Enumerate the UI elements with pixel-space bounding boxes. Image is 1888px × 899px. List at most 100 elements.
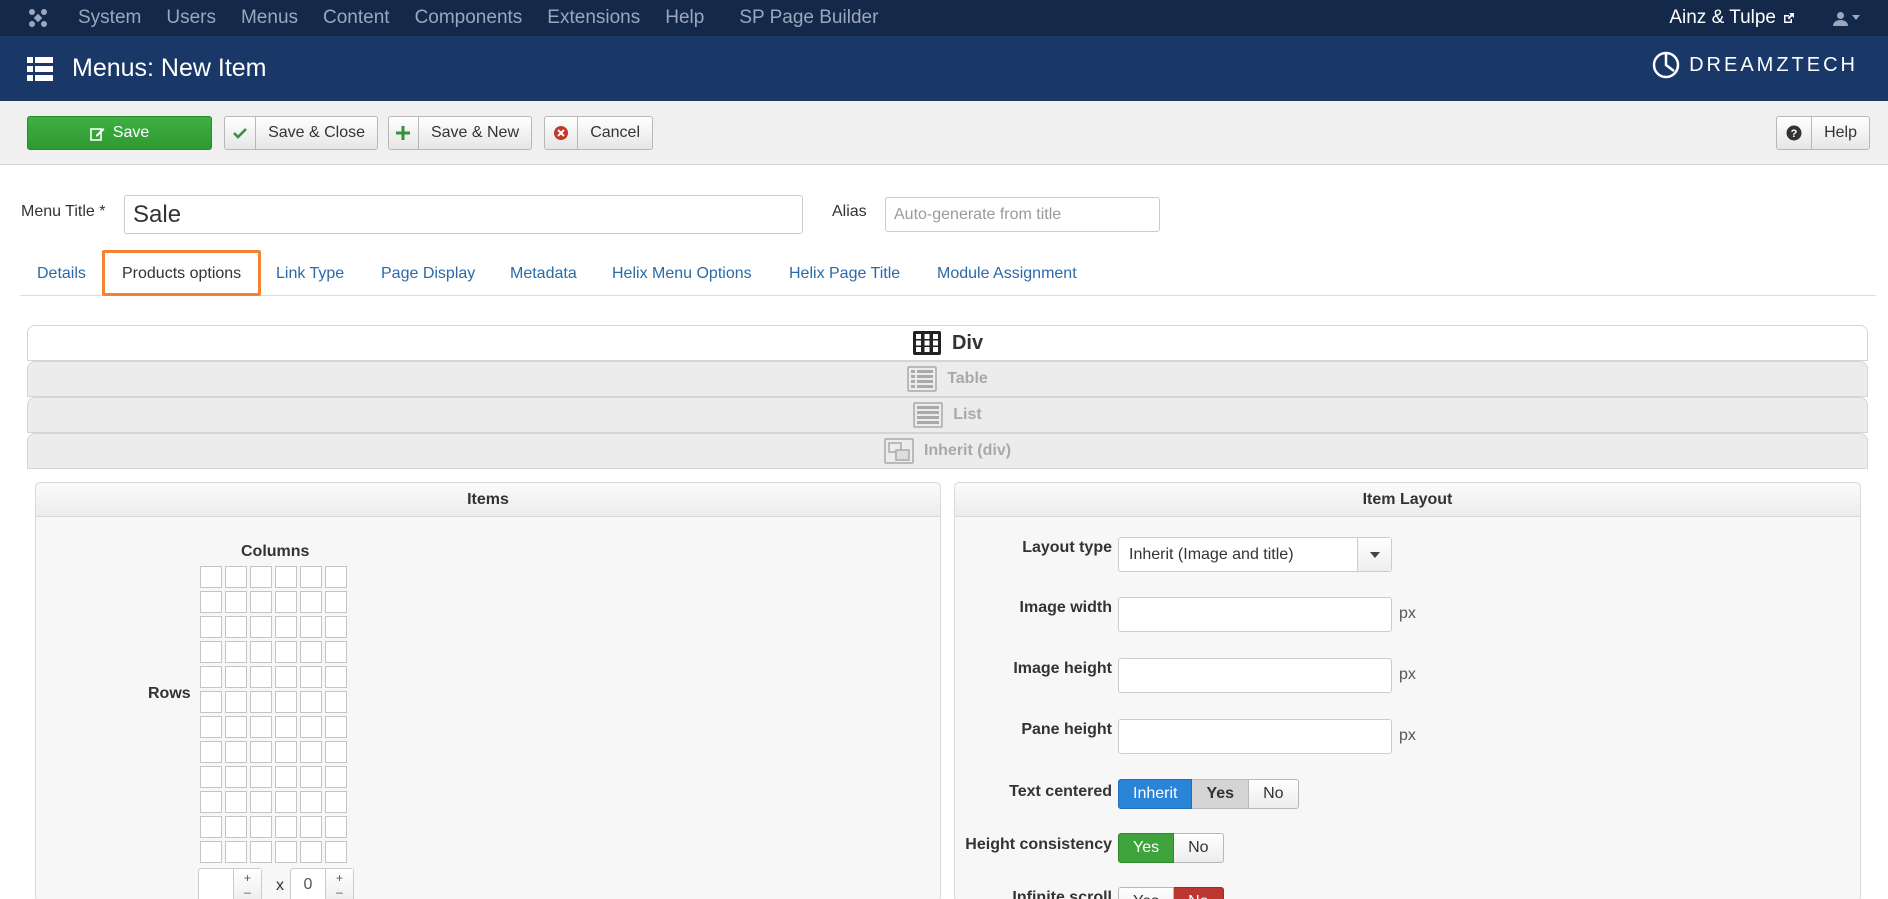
grid-cell[interactable] <box>300 616 322 638</box>
grid-cell[interactable] <box>325 691 347 713</box>
grid-cell[interactable] <box>300 641 322 663</box>
grid-cell[interactable] <box>275 791 297 813</box>
grid-cell[interactable] <box>200 841 222 863</box>
grid-cell[interactable] <box>200 791 222 813</box>
grid-cell[interactable] <box>300 841 322 863</box>
image-width-input[interactable] <box>1118 597 1392 632</box>
nav-extensions[interactable]: Extensions <box>547 7 640 29</box>
grid-cell[interactable] <box>250 766 272 788</box>
grid-cell[interactable] <box>325 716 347 738</box>
grid-cell[interactable] <box>325 616 347 638</box>
tab-helix-menu-options[interactable]: Helix Menu Options <box>595 250 769 296</box>
grid-cell[interactable] <box>225 616 247 638</box>
grid-cell[interactable] <box>200 666 222 688</box>
grid-cell[interactable] <box>225 691 247 713</box>
nav-menus[interactable]: Menus <box>241 7 298 29</box>
items-grid-selector[interactable] <box>200 566 347 863</box>
grid-cell[interactable] <box>225 566 247 588</box>
grid-cell[interactable] <box>300 691 322 713</box>
text-centered-inherit[interactable]: Inherit <box>1118 779 1193 809</box>
columns-stepper-buttons[interactable]: + – <box>325 869 353 899</box>
nav-users[interactable]: Users <box>166 7 216 29</box>
layout-type-select[interactable]: Inherit (Image and title) <box>1118 537 1392 572</box>
grid-cell[interactable] <box>275 691 297 713</box>
rows-value[interactable] <box>199 869 233 899</box>
grid-cell[interactable] <box>225 791 247 813</box>
tab-metadata[interactable]: Metadata <box>493 250 594 296</box>
columns-value[interactable]: 0 <box>291 869 325 899</box>
grid-cell[interactable] <box>300 666 322 688</box>
grid-cell[interactable] <box>200 591 222 613</box>
grid-cell[interactable] <box>200 741 222 763</box>
grid-cell[interactable] <box>225 666 247 688</box>
grid-cell[interactable] <box>225 816 247 838</box>
grid-cell[interactable] <box>250 666 272 688</box>
grid-cell[interactable] <box>250 691 272 713</box>
height-consistency-no[interactable]: No <box>1174 833 1224 863</box>
grid-cell[interactable] <box>300 591 322 613</box>
grid-cell[interactable] <box>225 741 247 763</box>
rows-minus[interactable]: – <box>244 885 251 899</box>
nav-help[interactable]: Help <box>665 7 704 29</box>
text-centered-no[interactable]: No <box>1249 779 1299 809</box>
grid-cell[interactable] <box>275 566 297 588</box>
tab-link-type[interactable]: Link Type <box>259 250 361 296</box>
grid-cell[interactable] <box>325 841 347 863</box>
grid-cell[interactable] <box>275 766 297 788</box>
tab-products-options[interactable]: Products options <box>102 250 262 296</box>
rows-stepper-buttons[interactable]: + – <box>233 869 261 899</box>
text-centered-yes[interactable]: Yes <box>1192 779 1250 809</box>
nav-sp-page-builder[interactable]: SP Page Builder <box>739 7 878 29</box>
grid-cell[interactable] <box>200 641 222 663</box>
layout-option-div[interactable]: Div <box>27 325 1868 361</box>
pane-height-input[interactable] <box>1118 719 1392 754</box>
grid-cell[interactable] <box>200 616 222 638</box>
grid-cell[interactable] <box>325 666 347 688</box>
grid-cell[interactable] <box>275 591 297 613</box>
grid-cell[interactable] <box>225 591 247 613</box>
grid-cell[interactable] <box>325 741 347 763</box>
site-link[interactable]: Ainz & Tulpe <box>1669 7 1795 29</box>
grid-cell[interactable] <box>200 716 222 738</box>
grid-cell[interactable] <box>325 791 347 813</box>
joomla-logo-icon[interactable] <box>24 4 52 32</box>
tab-page-display[interactable]: Page Display <box>364 250 492 296</box>
grid-cell[interactable] <box>300 741 322 763</box>
grid-cell[interactable] <box>325 641 347 663</box>
help-button[interactable]: ? Help <box>1776 116 1870 150</box>
grid-cell[interactable] <box>225 841 247 863</box>
grid-cell[interactable] <box>275 716 297 738</box>
menu-title-input[interactable] <box>124 195 803 234</box>
grid-cell[interactable] <box>250 616 272 638</box>
layout-option-inherit[interactable]: Inherit (div) <box>27 433 1868 469</box>
grid-cell[interactable] <box>300 816 322 838</box>
save-button[interactable]: Save <box>27 116 212 150</box>
grid-cell[interactable] <box>250 816 272 838</box>
height-consistency-yes[interactable]: Yes <box>1118 833 1175 863</box>
tab-details[interactable]: Details <box>20 250 103 296</box>
cancel-button[interactable]: Cancel <box>544 116 653 150</box>
columns-plus[interactable]: + <box>336 871 343 885</box>
grid-cell[interactable] <box>250 591 272 613</box>
grid-cell[interactable] <box>300 766 322 788</box>
grid-cell[interactable] <box>325 766 347 788</box>
columns-minus[interactable]: – <box>336 885 343 899</box>
grid-cell[interactable] <box>275 666 297 688</box>
nav-content[interactable]: Content <box>323 7 390 29</box>
save-close-button[interactable]: Save & Close <box>224 116 378 150</box>
columns-stepper[interactable]: 0 + – <box>290 868 354 899</box>
grid-cell[interactable] <box>225 716 247 738</box>
tab-helix-page-title[interactable]: Helix Page Title <box>772 250 917 296</box>
tab-module-assignment[interactable]: Module Assignment <box>920 250 1094 296</box>
grid-cell[interactable] <box>325 591 347 613</box>
grid-cell[interactable] <box>200 766 222 788</box>
grid-cell[interactable] <box>275 741 297 763</box>
grid-cell[interactable] <box>300 716 322 738</box>
grid-cell[interactable] <box>325 566 347 588</box>
grid-cell[interactable] <box>275 816 297 838</box>
nav-system[interactable]: System <box>78 7 141 29</box>
grid-cell[interactable] <box>275 641 297 663</box>
alias-input[interactable] <box>885 197 1160 232</box>
infinite-scroll-no[interactable]: No <box>1174 887 1224 899</box>
grid-cell[interactable] <box>250 641 272 663</box>
